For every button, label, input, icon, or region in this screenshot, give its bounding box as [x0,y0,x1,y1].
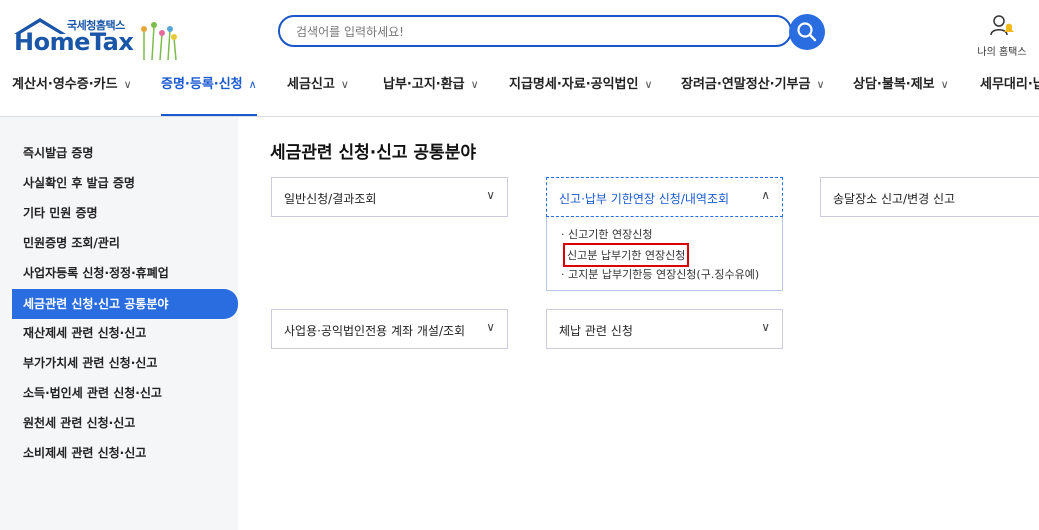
card-deadline-extension[interactable]: 신고·납부 기한연장 신청/내역조회 ∧ [546,177,783,217]
logo-title: HomeTax [14,28,134,56]
hometax-logo[interactable]: 국세청홈택스 HomeTax [12,14,182,60]
card-label: 송달장소 신고/변경 신고 [833,192,956,206]
card-arrears[interactable]: 체납 관련 신청 ∨ [546,309,783,349]
page-title: 세금관련 신청·신고 공통분야 [270,143,476,163]
search-icon [797,22,817,42]
chevron-down-icon: ∨ [340,78,349,91]
deadline-extension-dropdown: · 신고기한 연장신청 신고분 납부기한 연장신청 · 고지분 납부기한등 연장… [546,217,783,291]
nav-item-certificate[interactable]: 증명·등록·신청 ∧ [161,68,257,116]
sidebar-item[interactable]: 기타 민원 증명 [12,198,238,228]
chevron-down-icon: ∨ [761,320,770,334]
dropdown-item[interactable]: · 고지분 납부기한등 연장신청(구.징수유예) [561,266,759,282]
nav-item-invoice[interactable]: 계산서·영수증·카드 ∨ [12,68,132,114]
nav-label: 상담·불복·제보 [853,77,935,92]
search-button[interactable] [789,14,825,50]
chevron-down-icon: ∨ [816,78,825,91]
my-hometax-button[interactable]: 나의 홈택스 [972,13,1032,58]
nav-item-agent[interactable]: 세무대리·납 [980,68,1039,114]
dropdown-item-label: 신고분 납부기한 연장신청 [567,249,686,262]
sidebar-item[interactable]: 소비제세 관련 신청·신고 [12,438,238,468]
card-label: 사업용·공익법인전용 계좌 개설/조회 [284,324,466,338]
sidebar-item[interactable]: 재산제세 관련 신청·신고 [12,318,238,348]
chevron-up-icon: ∧ [761,188,770,202]
card-business-account[interactable]: 사업용·공익법인전용 계좌 개설/조회 ∨ [271,309,508,349]
chevron-down-icon: ∨ [486,320,495,334]
my-hometax-label: 나의 홈택스 [977,47,1027,58]
sidebar: 즉시발급 증명 사실확인 후 발급 증명 기타 민원 증명 민원증명 조회/관리… [0,117,238,530]
user-bell-icon [990,15,1014,36]
search-input[interactable] [294,22,778,42]
sidebar-item-active[interactable]: 세금관련 신청·신고 공통분야 [12,289,238,319]
dropdown-item-label: 신고기한 연장신청 [568,228,653,241]
chevron-down-icon: ∨ [486,188,495,202]
nav-item-statement[interactable]: 지급명세·자료·공익법인 ∨ [509,68,653,114]
card-label: 신고·납부 기한연장 신청/내역조회 [559,192,730,206]
dropdown-item-label: 고지분 납부기한등 연장신청(구.징수유예) [568,268,760,281]
chevron-down-icon: ∨ [644,78,653,91]
card-label: 체납 관련 신청 [559,324,633,338]
card-label: 일반신청/결과조회 [284,192,377,206]
nav-item-payment[interactable]: 납부·고지·환급 ∨ [383,68,479,114]
sidebar-item[interactable]: 즉시발급 증명 [12,138,238,168]
chevron-down-icon: ∨ [123,78,132,91]
sidebar-item[interactable]: 사업자등록 신청·정정·휴폐업 [12,258,238,288]
chevron-down-icon: ∨ [470,78,479,91]
nav-label: 장려금·연말정산·기부금 [681,77,811,92]
sidebar-item[interactable]: 소득·법인세 관련 신청·신고 [12,378,238,408]
nav-item-tax-report[interactable]: 세금신고 ∨ [287,68,349,114]
chevron-down-icon: ∨ [940,78,949,91]
nav-label: 세금신고 [287,77,335,92]
sidebar-item[interactable]: 민원증명 조회/관리 [12,228,238,258]
flowers-icon [141,22,177,60]
card-delivery-place[interactable]: 송달장소 신고/변경 신고 [820,177,1039,217]
sidebar-item[interactable]: 부가가치세 관련 신청·신고 [12,348,238,378]
nav-label: 세무대리·납 [980,77,1039,92]
nav-item-consult[interactable]: 상담·불복·제보 ∨ [853,68,949,114]
nav-label: 지급명세·자료·공익법인 [509,77,639,92]
card-general-request[interactable]: 일반신청/결과조회 ∨ [271,177,508,217]
main-nav: 계산서·영수증·카드 ∨ 증명·등록·신청 ∧ 세금신고 ∨ 납부·고지·환급 ∨ 지급… [0,68,1039,117]
header: 국세청홈택스 HomeTax 나의 홈택스 [0,0,1039,68]
sidebar-item[interactable]: 사실확인 후 발급 증명 [12,168,238,198]
search-box [278,15,792,47]
sidebar-item[interactable]: 원천세 관련 신청·신고 [12,408,238,438]
chevron-up-icon: ∧ [248,78,257,91]
nav-label: 계산서·영수증·카드 [12,77,118,92]
dropdown-item-highlighted[interactable]: 신고분 납부기한 연장신청 [562,243,690,267]
nav-label: 납부·고지·환급 [383,77,465,92]
nav-label: 증명·등록·신청 [161,77,243,92]
nav-item-incentive[interactable]: 장려금·연말정산·기부금 ∨ [681,68,825,114]
dropdown-item[interactable]: · 신고기한 연장신청 [561,226,652,242]
